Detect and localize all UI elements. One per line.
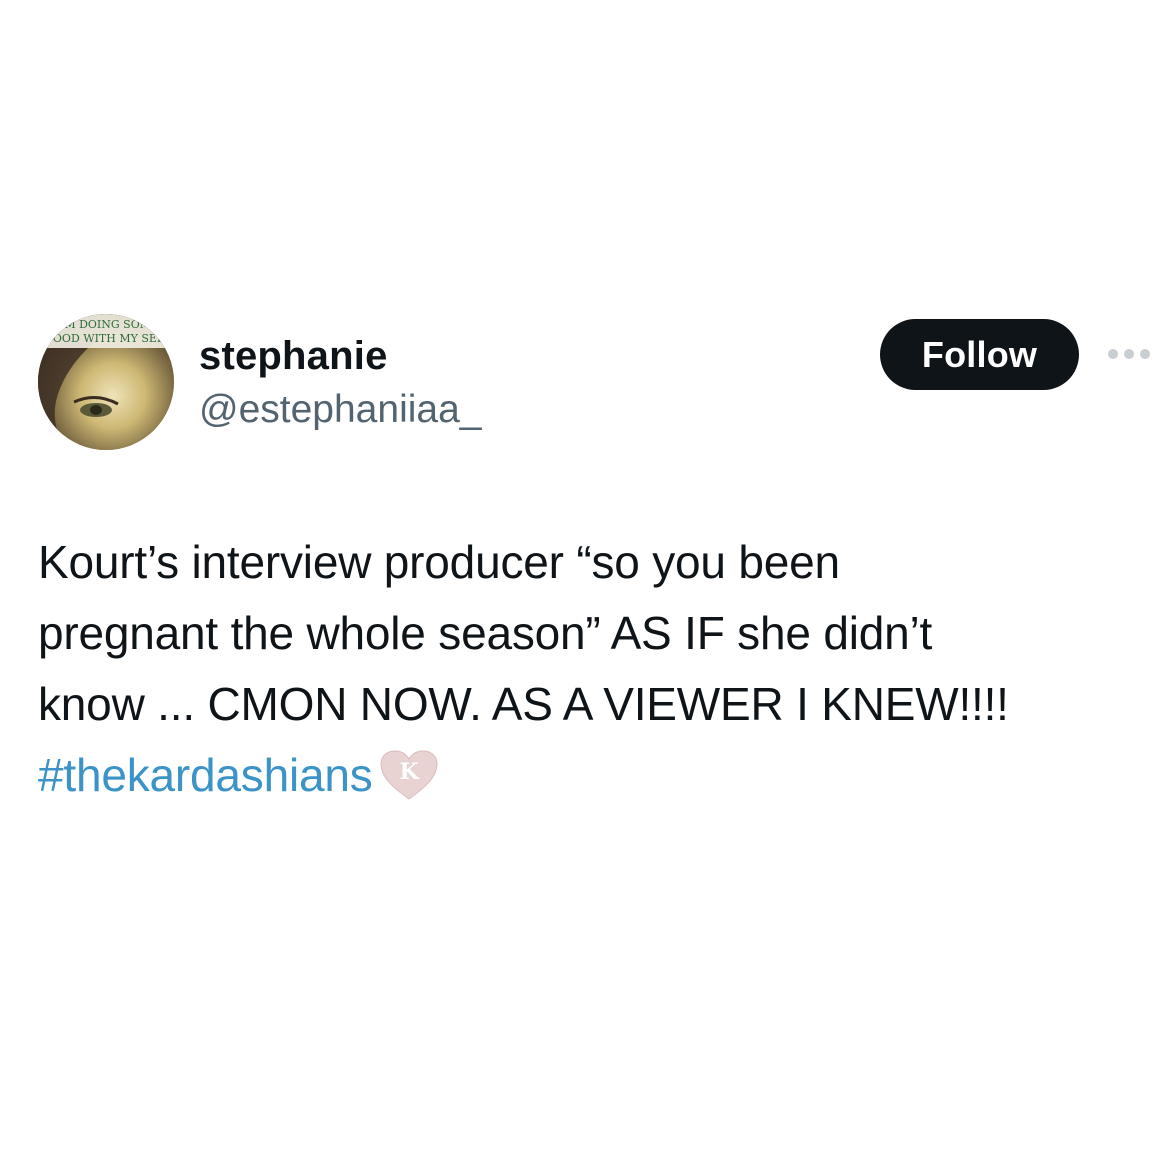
tweet-line: Kourt’s interview producer “so you been: [38, 536, 840, 588]
tweet-card: I'M DOING SOME GOOD WITH MY SELF stephan…: [0, 0, 1170, 1170]
heart-letter: K: [399, 759, 419, 785]
hashtag-link[interactable]: #thekardashians: [38, 749, 373, 801]
avatar-caption-line2: GOOD WITH MY SELF: [44, 332, 172, 345]
user-handle[interactable]: @estephaniiaa_: [199, 387, 481, 433]
avatar[interactable]: I'M DOING SOME GOOD WITH MY SELF: [38, 314, 174, 450]
follow-button[interactable]: Follow: [880, 319, 1079, 390]
more-dot: [1124, 349, 1134, 359]
more-dot: [1108, 349, 1118, 359]
more-horizontal-icon[interactable]: [1108, 347, 1156, 361]
avatar-image: I'M DOING SOME GOOD WITH MY SELF: [38, 314, 174, 450]
tweet-line: pregnant the whole season” AS IF she did…: [38, 607, 933, 659]
avatar-caption-line1: I'M DOING SOME: [57, 318, 159, 331]
kardashians-heart-icon: K: [380, 750, 438, 800]
more-dot: [1140, 349, 1150, 359]
tweet-text: Kourt’s interview producer “so you been …: [38, 527, 1138, 811]
display-name[interactable]: stephanie: [199, 333, 388, 379]
tweet-line: know ... CMON NOW. AS A VIEWER I KNEW!!!…: [38, 678, 1009, 730]
tweet-hashtag-line: #thekardashians K: [38, 740, 1138, 811]
